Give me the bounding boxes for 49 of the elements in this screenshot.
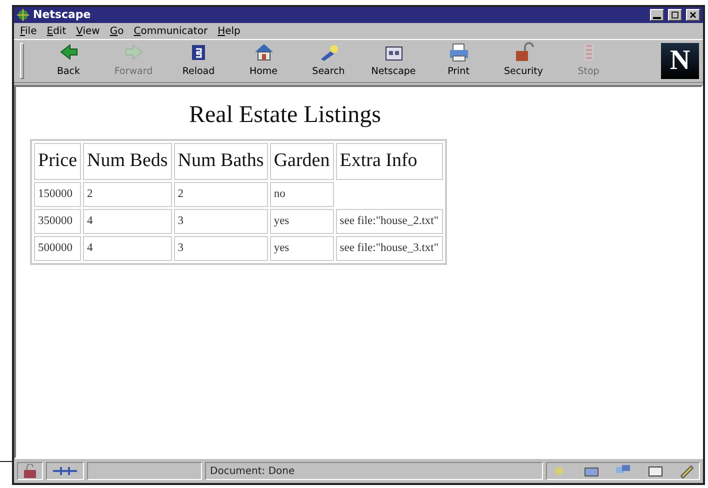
pen-icon[interactable]: [679, 464, 695, 478]
table-cell: 350000: [34, 208, 82, 234]
menu-item[interactable]: File: [20, 24, 37, 38]
minimize-button[interactable]: [650, 9, 664, 21]
table-cell: 4: [83, 208, 172, 234]
menu-item[interactable]: Edit: [46, 24, 66, 38]
connection-icon: [51, 465, 79, 477]
column-header: Garden: [270, 143, 334, 180]
column-header: Price: [34, 143, 82, 180]
toolbar-grip[interactable]: [20, 43, 24, 79]
menu-item[interactable]: Go: [110, 24, 124, 38]
table-cell: yes: [270, 236, 334, 262]
column-header: Extra Info: [336, 143, 443, 180]
toolbar-button[interactable]: Home: [231, 42, 296, 80]
table-cell: 150000: [34, 182, 82, 207]
toolbar-button[interactable]: Back: [36, 42, 101, 80]
menu-item[interactable]: Communicator: [134, 24, 208, 38]
table-cell: 4: [83, 236, 172, 262]
table-cell: 2: [83, 182, 172, 207]
status-text: Document: Done: [210, 464, 295, 478]
table-cell: 3: [174, 236, 268, 262]
toolbar-button[interactable]: Search: [296, 42, 361, 80]
column-header: Num Beds: [83, 143, 172, 180]
app-icon: [17, 9, 29, 21]
table-cell: see file:"house_2.txt": [336, 208, 443, 234]
toolbar-button[interactable]: Reload: [166, 42, 231, 80]
minimize-icon: [653, 16, 661, 19]
close-button[interactable]: [686, 9, 700, 21]
toolbar-button[interactable]: Netscape: [361, 42, 426, 80]
menu-item[interactable]: View: [76, 24, 100, 38]
toolbar-button[interactable]: Print: [426, 42, 491, 80]
maximize-icon: [669, 10, 681, 20]
table-cell: no: [270, 182, 334, 207]
table-cell: yes: [270, 208, 334, 234]
home-icon: [252, 42, 274, 64]
table-cell: 3: [174, 208, 268, 234]
toolbar-button[interactable]: Security: [491, 42, 556, 80]
maximize-button[interactable]: [668, 9, 682, 21]
table-cell: see file:"house_3.txt": [336, 236, 443, 262]
table-cell: 2: [174, 182, 268, 207]
column-header: Num Baths: [174, 143, 268, 180]
table-cell: 500000: [34, 236, 82, 262]
padlock-icon: [22, 464, 38, 478]
close-icon: [687, 10, 699, 20]
netscape-logo[interactable]: N: [661, 43, 699, 79]
printer-icon: [448, 42, 470, 64]
window-title: Netscape: [33, 6, 91, 23]
menu-item[interactable]: Help: [218, 24, 240, 38]
page-heading: Real Estate Listings: [188, 101, 382, 130]
